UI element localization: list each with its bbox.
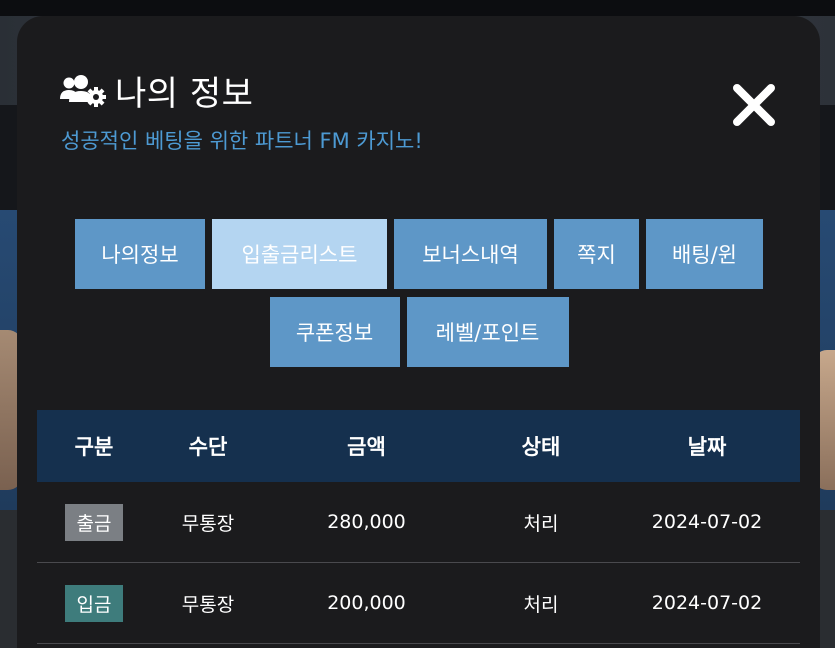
column-header-date: 날짜 xyxy=(687,435,727,459)
background-topbar xyxy=(0,0,835,16)
tab-my-info[interactable]: 나의정보 xyxy=(75,219,205,289)
status-cell: 처리 xyxy=(523,593,559,616)
method-cell: 무통장 xyxy=(181,512,235,535)
type-cell: 입금 xyxy=(37,584,151,622)
amount-cell: 280,000 xyxy=(327,511,406,533)
date-cell: 2024-07-02 xyxy=(651,592,763,614)
close-icon xyxy=(733,84,775,126)
column-header-amount: 금액 xyxy=(347,435,386,459)
method-cell: 무통장 xyxy=(181,593,235,616)
modal-subtitle: 성공적인 베팅을 위한 파트너 FM 카지노! xyxy=(61,129,423,153)
tab-betting-win[interactable]: 배팅/윈 xyxy=(646,219,763,289)
modal-title: 나의 정보 xyxy=(115,74,254,114)
table-row: 출금 무통장 280,000 처리 2024-07-02 xyxy=(37,482,800,563)
my-info-modal: 나의 정보 성공적인 베팅을 위한 파트너 FM 카지노! 나의정보 입출금리스… xyxy=(17,16,820,648)
tab-level-points[interactable]: 레벨/포인트 xyxy=(406,297,569,367)
table-row: 입금 무통장 200,000 처리 2024-07-02 xyxy=(37,563,800,644)
tab-bar: 나의정보 입출금리스트 보너스내역 쪽지 배팅/윈 쿠폰정보 레벨/포인트 xyxy=(74,219,764,367)
amount-cell: 200,000 xyxy=(327,592,406,614)
type-badge-deposit: 입금 xyxy=(64,584,124,622)
column-header-type: 구분 xyxy=(74,435,114,459)
users-gear-icon xyxy=(60,74,106,107)
close-button[interactable] xyxy=(729,80,779,130)
status-cell: 처리 xyxy=(523,512,559,535)
date-cell: 2024-07-02 xyxy=(651,511,763,533)
tab-coupon-info[interactable]: 쿠폰정보 xyxy=(269,297,400,367)
tab-messages[interactable]: 쪽지 xyxy=(554,219,639,289)
column-header-status: 상태 xyxy=(521,435,561,459)
tab-bonus-history[interactable]: 보너스내역 xyxy=(394,219,547,289)
modal-header: 나의 정보 xyxy=(59,66,253,115)
type-badge-withdrawal: 출금 xyxy=(64,503,124,541)
tab-deposit-withdrawal-list[interactable]: 입출금리스트 xyxy=(212,219,387,289)
table-header: 구분 수단 금액 상태 날짜 xyxy=(37,410,800,482)
column-header-method: 수단 xyxy=(188,435,228,459)
type-cell: 출금 xyxy=(37,503,151,541)
transaction-table: 구분 수단 금액 상태 날짜 출금 무통장 280,000 처리 2024-07… xyxy=(37,410,800,644)
